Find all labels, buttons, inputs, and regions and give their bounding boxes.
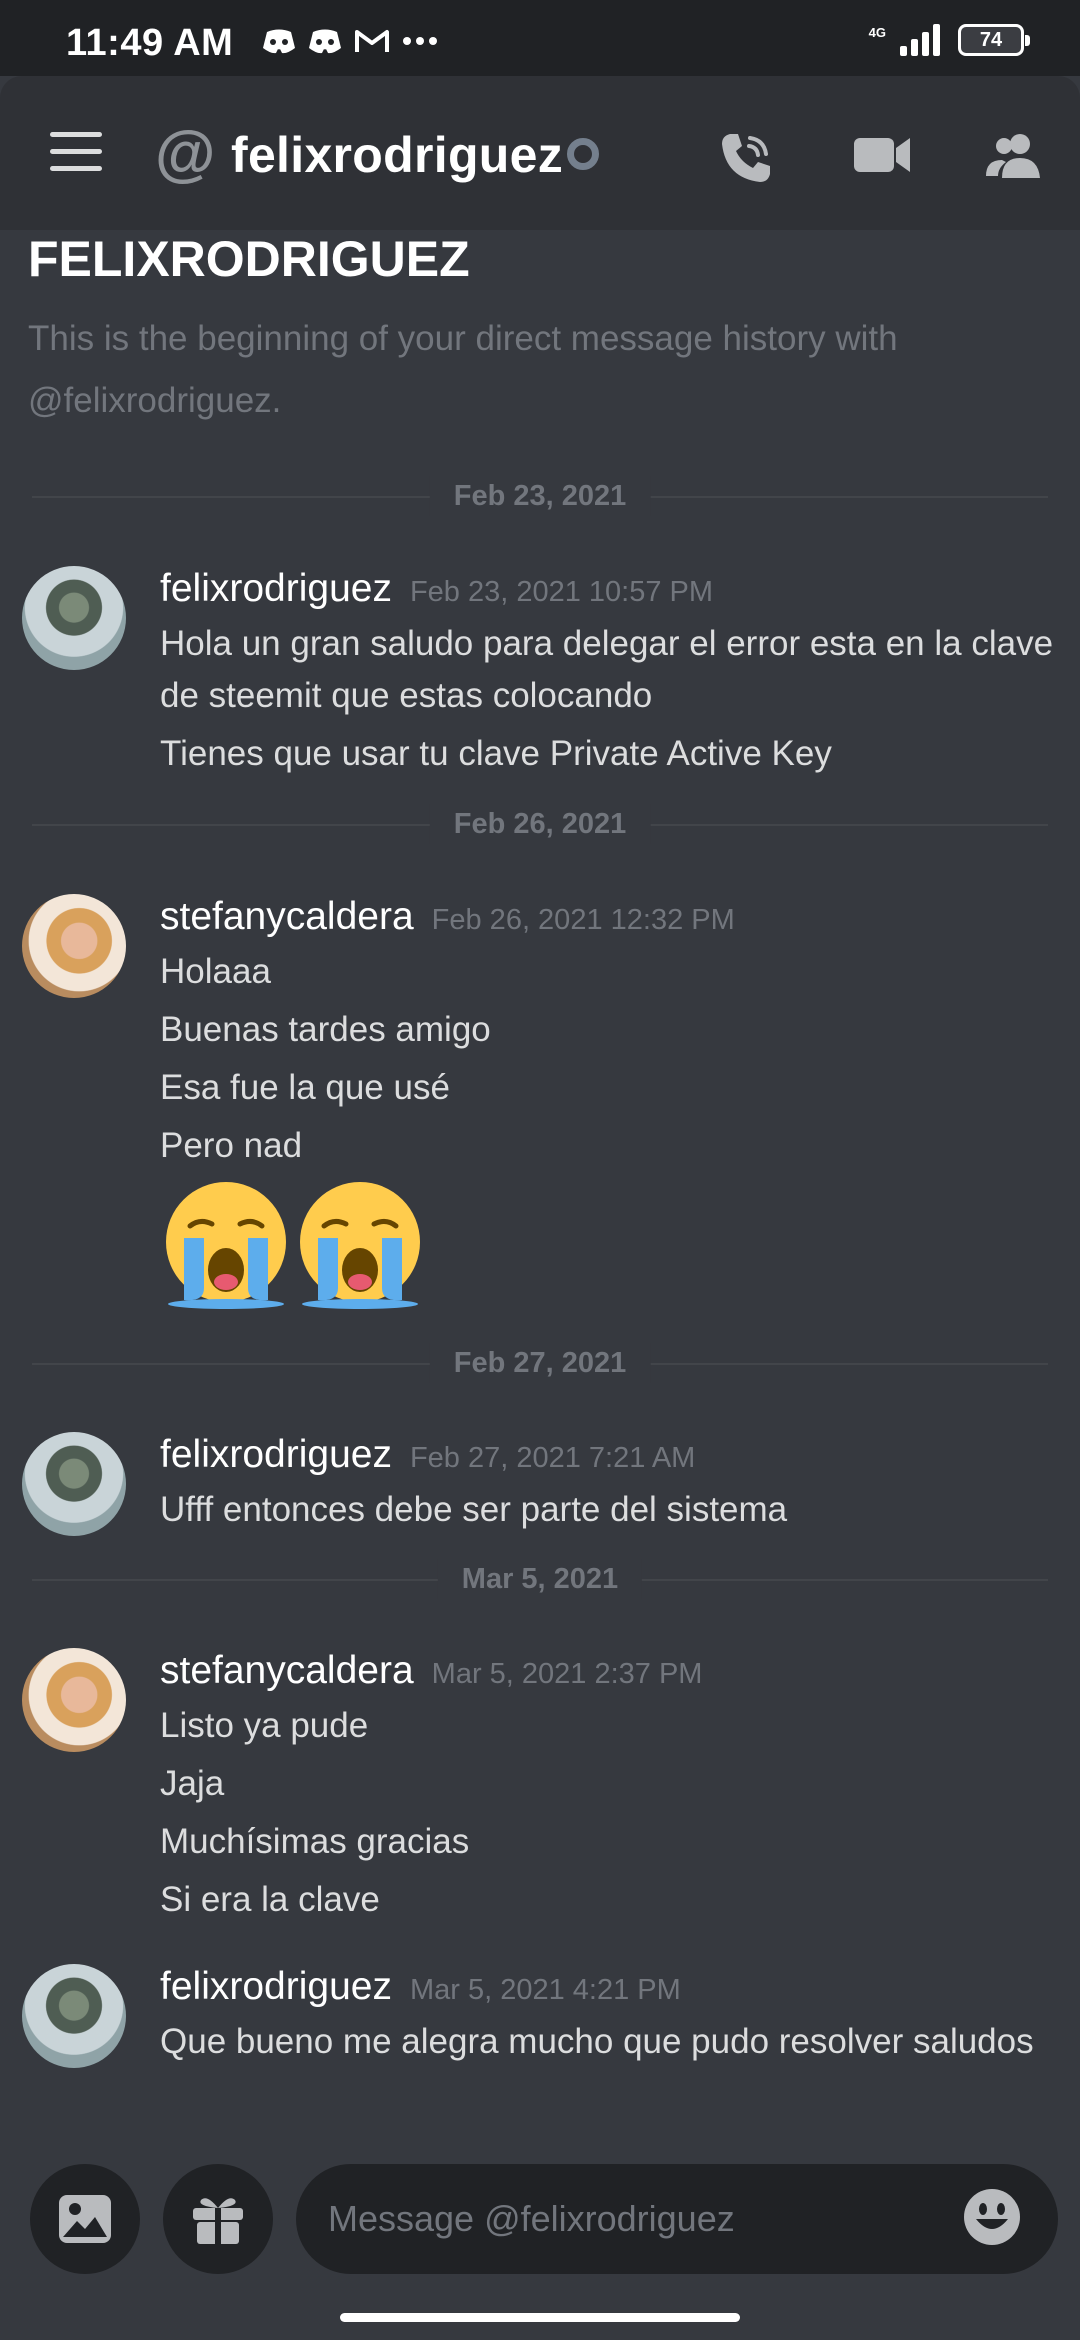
avatar[interactable] <box>22 1432 126 1536</box>
more-notifs-icon <box>403 37 437 45</box>
message-text[interactable]: Holaaa <box>160 946 1070 998</box>
date-divider: Feb 23, 2021 <box>32 476 1048 516</box>
date-divider-label: Feb 26, 2021 <box>429 804 651 844</box>
message-text[interactable]: Que bueno me alegra mucho que pudo resol… <box>160 2016 1070 2068</box>
emoji-icon[interactable] <box>962 2187 1022 2247</box>
call-icon[interactable] <box>718 130 774 186</box>
dm-intro-title: FELIXRODRIGUEZ <box>28 231 470 287</box>
status-right: 4G 74 <box>868 24 1030 56</box>
date-divider-label: Feb 27, 2021 <box>429 1343 651 1383</box>
status-time: 11:49 AM <box>66 22 234 64</box>
network-type: 4G <box>868 24 886 40</box>
message-text[interactable]: Muchísimas gracias <box>160 1816 1070 1868</box>
image-icon <box>59 2195 111 2243</box>
date-divider-label: Feb 23, 2021 <box>429 476 651 516</box>
message-author[interactable]: felixrodriguez Feb 23, 2021 10:57 PM <box>160 564 713 617</box>
discord-notif-icon <box>263 29 295 54</box>
dm-intro-subtitle: This is the beginning of your direct mes… <box>28 319 898 420</box>
avatar[interactable] <box>22 1648 126 1752</box>
message-author[interactable]: felixrodriguez Mar 5, 2021 4:21 PM <box>160 1962 681 2015</box>
message-composer: Message @felixrodriguez <box>0 2160 1080 2280</box>
message-timestamp: Mar 5, 2021 4:21 PM <box>409 1974 681 2006</box>
message-text[interactable]: Si era la clave <box>160 1874 1070 1926</box>
date-divider: Feb 27, 2021 <box>32 1343 1048 1383</box>
channel-header: @ felixrodriguez <box>0 76 1080 230</box>
avatar[interactable] <box>22 1964 126 2068</box>
gift-button[interactable] <box>163 2164 273 2274</box>
avatar[interactable] <box>22 566 126 670</box>
date-divider-label: Mar 5, 2021 <box>437 1559 643 1599</box>
gift-icon <box>193 2198 243 2244</box>
message-timestamp: Feb 23, 2021 10:57 PM <box>409 576 714 608</box>
home-indicator[interactable] <box>340 2313 740 2322</box>
members-icon[interactable] <box>984 130 1044 180</box>
at-icon: @ <box>155 119 216 188</box>
message-text[interactable]: Listo ya pude <box>160 1700 1070 1752</box>
status-bar: 11:49 AM 4G 74 <box>0 0 1080 76</box>
message-author[interactable]: felixrodriguez Feb 27, 2021 7:21 AM <box>160 1430 695 1483</box>
message-author[interactable]: stefanycaldera Feb 26, 2021 12:32 PM <box>160 892 735 945</box>
gmail-notif-icon <box>355 30 389 52</box>
message-text[interactable]: Hola un gran saludo para delegar el erro… <box>160 618 1070 722</box>
crying-emoji <box>300 1182 420 1309</box>
notification-icons <box>262 28 438 54</box>
message-list[interactable]: FELIXRODRIGUEZ This is the beginning of … <box>0 230 1080 2170</box>
message-text[interactable]: Esa fue la que usé <box>160 1062 1070 1114</box>
signal-icon <box>900 24 940 56</box>
avatar[interactable] <box>22 894 126 998</box>
message-timestamp: Mar 5, 2021 2:37 PM <box>431 1658 703 1690</box>
presence-status-dot <box>567 138 599 170</box>
message-text[interactable]: Pero nad <box>160 1120 1070 1172</box>
date-divider: Feb 26, 2021 <box>32 804 1048 844</box>
message-author[interactable]: stefanycaldera Mar 5, 2021 2:37 PM <box>160 1646 702 1699</box>
date-divider: Mar 5, 2021 <box>32 1559 1048 1599</box>
crying-emoji <box>166 1182 286 1309</box>
battery-indicator: 74 <box>958 24 1030 56</box>
header-title[interactable]: felixrodriguez <box>231 126 563 184</box>
message-timestamp: Feb 27, 2021 7:21 AM <box>409 1442 696 1474</box>
message-text[interactable]: Jaja <box>160 1758 1070 1810</box>
discord-notif-icon <box>309 29 341 54</box>
message-timestamp: Feb 26, 2021 12:32 PM <box>431 904 735 936</box>
message-text[interactable]: Ufff entonces debe ser parte del sistema <box>160 1484 1070 1536</box>
attach-image-button[interactable] <box>30 2164 140 2274</box>
emoji-message[interactable] <box>160 1178 1070 1310</box>
message-input[interactable]: Message @felixrodriguez <box>296 2164 1058 2274</box>
message-text[interactable]: Buenas tardes amigo <box>160 1004 1070 1056</box>
message-text[interactable]: Tienes que usar tu clave Private Active … <box>160 728 1070 780</box>
video-icon[interactable] <box>852 130 912 178</box>
menu-icon[interactable] <box>50 132 102 172</box>
